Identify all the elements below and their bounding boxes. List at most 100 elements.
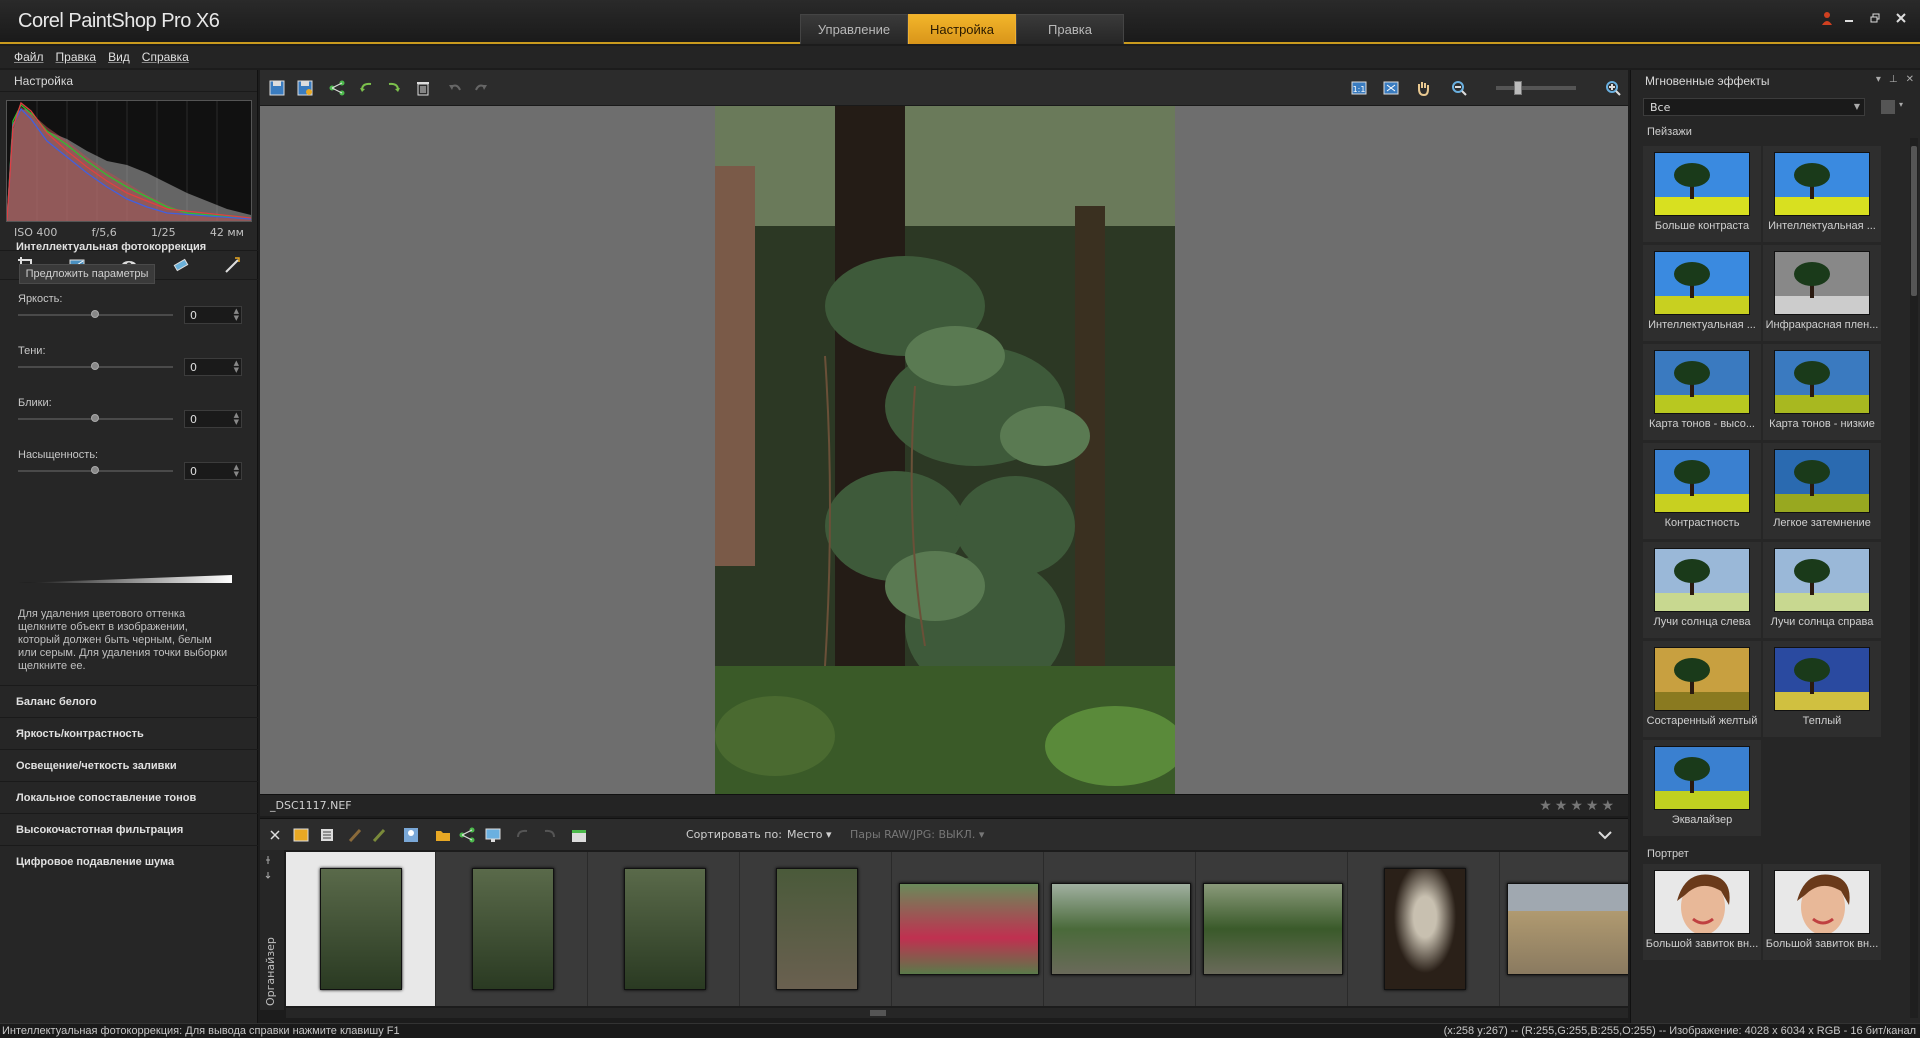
view-toggle-icon[interactable] bbox=[1881, 100, 1895, 114]
chevron-down-icon[interactable] bbox=[1594, 824, 1616, 846]
zoom-slider[interactable] bbox=[1496, 86, 1576, 90]
actual-size-icon[interactable]: 1:1 bbox=[1348, 77, 1370, 99]
effect-preset[interactable]: Инфракрасная плен... bbox=[1763, 245, 1881, 341]
organizer-close-icon[interactable] bbox=[264, 824, 286, 846]
effect-preset[interactable]: Большой завиток вн... bbox=[1643, 864, 1761, 960]
effect-preset[interactable]: Легкое затемнение bbox=[1763, 443, 1881, 539]
suggest-settings-button[interactable]: Предложить параметры bbox=[19, 264, 155, 284]
chevron-down-icon[interactable]: ▾ bbox=[1899, 100, 1903, 109]
thumbnail[interactable] bbox=[1046, 852, 1196, 1006]
effect-preset[interactable]: Лучи солнца справа bbox=[1763, 542, 1881, 638]
zoom-out-icon[interactable] bbox=[1448, 77, 1470, 99]
effect-preset[interactable]: Карта тонов - низкие bbox=[1763, 344, 1881, 440]
save-icon[interactable] bbox=[266, 77, 288, 99]
rotate-right-icon[interactable] bbox=[538, 824, 560, 846]
shadows-thumb[interactable] bbox=[91, 362, 99, 370]
menu-view[interactable]: Вид bbox=[108, 50, 130, 64]
scroll-thumb[interactable] bbox=[1911, 146, 1917, 296]
star-icon[interactable]: ★ bbox=[1570, 799, 1583, 813]
rotate-right-icon[interactable] bbox=[382, 77, 404, 99]
effect-preset[interactable]: Теплый bbox=[1763, 641, 1881, 737]
shadows-field[interactable]: 0 ▲ ▼ bbox=[184, 358, 242, 376]
menu-file[interactable]: Файл bbox=[14, 50, 44, 64]
effect-preset[interactable]: Эквалайзер bbox=[1643, 740, 1761, 836]
star-icon[interactable]: ★ bbox=[1601, 799, 1614, 813]
thumbnail[interactable] bbox=[286, 852, 436, 1006]
rating-stars[interactable]: ★ ★ ★ ★ ★ bbox=[1539, 799, 1614, 813]
effect-preset[interactable]: Большой завиток вн... bbox=[1763, 864, 1881, 960]
redo-icon[interactable] bbox=[470, 77, 492, 99]
rotate-left-icon[interactable] bbox=[356, 77, 378, 99]
pencil-icon[interactable] bbox=[368, 824, 390, 846]
thumbnail[interactable] bbox=[590, 852, 740, 1006]
thumbnail[interactable] bbox=[1350, 852, 1500, 1006]
brightness-field[interactable]: 0 ▲ ▼ bbox=[184, 306, 242, 324]
thumbnail[interactable] bbox=[742, 852, 892, 1006]
section-noise-removal[interactable]: Цифровое подавление шума bbox=[0, 845, 258, 877]
star-icon[interactable]: ★ bbox=[1539, 799, 1552, 813]
section-fill-light[interactable]: Освещение/четкость заливки bbox=[0, 749, 258, 781]
minimize-icon[interactable] bbox=[1836, 8, 1862, 28]
navigation-icon[interactable] bbox=[290, 824, 312, 846]
highlights-thumb[interactable] bbox=[91, 414, 99, 422]
effect-preset[interactable]: Карта тонов - высо... bbox=[1643, 344, 1761, 440]
star-icon[interactable]: ★ bbox=[1586, 799, 1599, 813]
tab-edit[interactable]: Правка bbox=[1016, 14, 1124, 44]
effect-preset[interactable]: Состаренный желтый bbox=[1643, 641, 1761, 737]
section-brightness-contrast[interactable]: Яркость/контрастность bbox=[0, 717, 258, 749]
effect-preset[interactable]: Контрастность bbox=[1643, 443, 1761, 539]
slideshow-icon[interactable] bbox=[482, 824, 504, 846]
pin-icon[interactable]: ⊥ bbox=[1889, 74, 1898, 85]
tab-manage[interactable]: Управление bbox=[800, 14, 908, 44]
share-icon[interactable] bbox=[456, 824, 478, 846]
delete-icon[interactable] bbox=[412, 77, 434, 99]
thumbnail[interactable] bbox=[894, 852, 1044, 1006]
close-icon[interactable] bbox=[1888, 8, 1914, 28]
tab-adjust[interactable]: Настройка bbox=[908, 14, 1016, 44]
effects-filter-select[interactable]: Все ▼ bbox=[1643, 98, 1865, 116]
brightness-thumb[interactable] bbox=[91, 310, 99, 318]
rotate-left-icon[interactable] bbox=[512, 824, 534, 846]
star-icon[interactable]: ★ bbox=[1555, 799, 1568, 813]
folder-icon[interactable] bbox=[432, 824, 454, 846]
pan-hand-icon[interactable] bbox=[1412, 77, 1434, 99]
restore-icon[interactable] bbox=[1862, 8, 1888, 28]
raw-pairs-dropdown[interactable]: Пары RAW/JPG: ВЫКЛ. ▾ bbox=[850, 828, 984, 841]
fit-window-icon[interactable] bbox=[1380, 77, 1402, 99]
tone-gradient[interactable] bbox=[18, 575, 232, 583]
effects-scrollbar[interactable] bbox=[1910, 138, 1918, 1018]
undo-icon[interactable] bbox=[444, 77, 466, 99]
section-local-tone[interactable]: Локальное сопоставление тонов bbox=[0, 781, 258, 813]
image-canvas[interactable] bbox=[260, 106, 1628, 794]
panel-menu-icon[interactable]: ▾ bbox=[1876, 74, 1881, 85]
smart-fix-title[interactable]: Интеллектуальная фотокоррекция bbox=[16, 241, 206, 253]
effect-preset[interactable]: Больше контраста bbox=[1643, 146, 1761, 242]
thumbnail[interactable] bbox=[1198, 852, 1348, 1006]
section-high-pass[interactable]: Высокочастотная фильтрация bbox=[0, 813, 258, 845]
effect-preset[interactable]: Лучи солнца слева bbox=[1643, 542, 1761, 638]
saturation-field[interactable]: 0 ▲ ▼ bbox=[184, 462, 242, 480]
menu-help[interactable]: Справка bbox=[142, 50, 189, 64]
saturation-thumb[interactable] bbox=[91, 466, 99, 474]
save-as-icon[interactable] bbox=[294, 77, 316, 99]
effect-preset[interactable]: Интеллектуальная ... bbox=[1763, 146, 1881, 242]
scroll-thumb[interactable] bbox=[870, 1010, 886, 1016]
user-icon[interactable] bbox=[1818, 8, 1836, 28]
filmstrip-scrollbar[interactable] bbox=[286, 1008, 1628, 1018]
share-icon[interactable] bbox=[326, 77, 348, 99]
zoom-thumb[interactable] bbox=[1514, 81, 1522, 95]
depth-of-field-icon[interactable] bbox=[221, 254, 243, 276]
filmstrip[interactable] bbox=[286, 852, 1628, 1006]
brush-icon[interactable] bbox=[344, 824, 366, 846]
view-mode-icon[interactable] bbox=[316, 824, 338, 846]
thumbnail[interactable] bbox=[438, 852, 588, 1006]
section-white-balance[interactable]: Баланс белого bbox=[0, 685, 258, 717]
map-pin-icon[interactable] bbox=[400, 824, 422, 846]
zoom-in-icon[interactable] bbox=[1602, 77, 1624, 99]
thumbnail[interactable] bbox=[1502, 852, 1628, 1006]
photo-preview[interactable] bbox=[715, 106, 1175, 794]
retouch-icon[interactable] bbox=[170, 254, 192, 276]
sort-dropdown[interactable]: Место ▾ bbox=[787, 828, 831, 841]
highlights-field[interactable]: 0 ▲ ▼ bbox=[184, 410, 242, 428]
menu-edit[interactable]: Правка bbox=[56, 50, 97, 64]
